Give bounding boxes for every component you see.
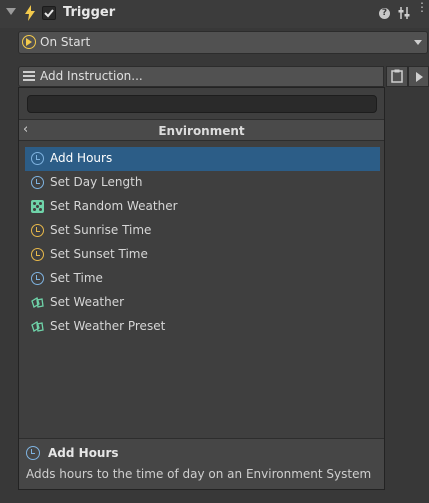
add-instruction-label: Add Instruction...: [40, 69, 143, 83]
list-item-set-random-weather[interactable]: Set Random Weather: [25, 195, 380, 219]
event-label: On Start: [40, 35, 91, 49]
list-item-set-sunset-time[interactable]: Set Sunset Time: [25, 243, 380, 267]
enabled-checkbox[interactable]: [42, 6, 56, 20]
component-title: Trigger: [63, 5, 116, 20]
run-button[interactable]: [408, 66, 429, 87]
list-item-label: Set Random Weather: [50, 199, 178, 213]
clock-icon: [26, 446, 40, 460]
clock-icon: [31, 248, 44, 261]
clock-icon: [31, 176, 44, 189]
list-item-label: Set Time: [50, 271, 103, 285]
settings-sliders-icon[interactable]: [398, 6, 410, 20]
list-item-set-time[interactable]: Set Time: [25, 267, 380, 291]
weather-icon: [31, 321, 44, 332]
more-options-icon[interactable]: ⋮: [416, 1, 428, 21]
lightning-icon: [25, 5, 35, 21]
dice-icon: [31, 200, 44, 213]
list-item-label: Set Day Length: [50, 175, 143, 189]
fold-arrow-icon[interactable]: [6, 8, 16, 15]
help-icon[interactable]: ?: [379, 8, 390, 19]
description-text: Adds hours to the time of day on an Envi…: [26, 467, 372, 481]
list-item-set-day-length[interactable]: Set Day Length: [25, 171, 380, 195]
play-circle-icon: [22, 35, 36, 49]
search-input[interactable]: [27, 95, 377, 113]
description-title: Add Hours: [48, 446, 119, 460]
list-item-set-weather[interactable]: Set Weather: [25, 291, 380, 315]
clipboard-icon: [391, 69, 403, 83]
list-item-label: Set Weather Preset: [50, 319, 166, 333]
paste-button[interactable]: [386, 66, 408, 87]
weather-icon: [31, 297, 44, 308]
category-title: Environment: [158, 124, 245, 138]
hamburger-icon: [23, 71, 35, 81]
list-item-label: Set Sunset Time: [50, 247, 148, 261]
list-item-set-sunrise-time[interactable]: Set Sunrise Time: [25, 219, 380, 243]
list-item-label: Set Sunrise Time: [50, 223, 152, 237]
clock-icon: [31, 224, 44, 237]
list-item-add-hours[interactable]: Add Hours: [25, 147, 380, 171]
chevron-down-icon[interactable]: [414, 40, 422, 45]
list-item-set-weather-preset[interactable]: Set Weather Preset: [25, 315, 380, 339]
clock-icon: [31, 152, 44, 165]
clock-icon: [31, 272, 44, 285]
list-item-label: Set Weather: [50, 295, 125, 309]
list-item-label: Add Hours: [50, 151, 113, 165]
back-arrow-icon[interactable]: ‹: [23, 123, 33, 137]
